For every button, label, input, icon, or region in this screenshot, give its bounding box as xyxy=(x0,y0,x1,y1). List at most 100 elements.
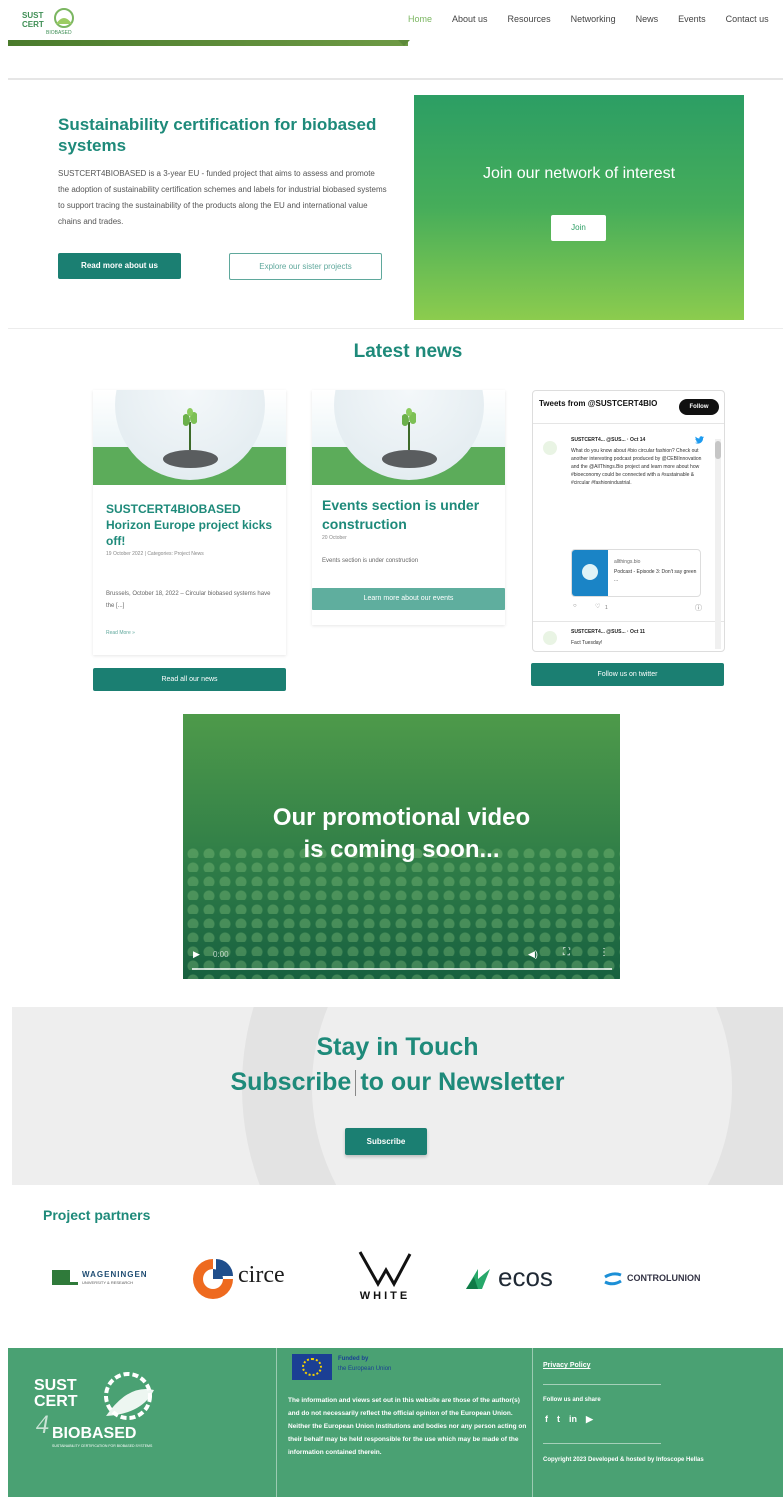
text-cursor xyxy=(355,1070,357,1097)
news-card-image[interactable] xyxy=(93,390,286,485)
linkedin-icon[interactable]: in xyxy=(569,1414,577,1425)
read-all-news-button[interactable]: Read all our news xyxy=(93,668,286,691)
svg-text:CERT: CERT xyxy=(22,20,44,29)
news-card-title[interactable]: SUSTCERT4BIOBASED Horizon Europe project… xyxy=(106,501,276,549)
tweet-link-card[interactable]: allthings.bio Podcast - Episode 3: Don't… xyxy=(571,549,701,597)
learn-more-events-button[interactable]: Learn more about our events xyxy=(312,588,505,610)
facebook-icon[interactable]: f xyxy=(545,1414,548,1425)
news-card-excerpt: Brussels, October 18, 2022 – Circular bi… xyxy=(106,591,271,609)
link-card-site: allthings.bio xyxy=(614,559,641,565)
promo-video-player[interactable]: Our promotional video is coming soon... … xyxy=(183,714,620,979)
partner-logo-white[interactable]: WHITE xyxy=(354,1250,416,1306)
partner-logo-controlunion[interactable]: CONTROLUNION xyxy=(603,1270,723,1288)
white-icon xyxy=(358,1251,412,1288)
footer-logo-tagline: SUSTAINABILITY CERTIFICATION FOR BIOBASE… xyxy=(52,1444,153,1448)
join-network-panel: Join our network of interest Join xyxy=(414,95,744,320)
hero-description: SUSTCERT4BIOBASED is a 3-year EU - funde… xyxy=(58,169,387,226)
follow-on-twitter-button[interactable]: Follow us on twitter xyxy=(531,663,724,686)
reply-icon[interactable]: ○ xyxy=(573,603,577,609)
nav-news[interactable]: News xyxy=(626,14,669,24)
partners-title: Project partners xyxy=(43,1207,151,1223)
partner-name: CONTROLUNION xyxy=(627,1273,701,1283)
partner-name: ecos xyxy=(498,1262,553,1292)
nav-about[interactable]: About us xyxy=(442,14,498,24)
section-divider xyxy=(8,328,783,329)
news-card-image[interactable] xyxy=(312,390,505,485)
read-more-link[interactable]: Read More » xyxy=(106,630,135,636)
header-accent-bar xyxy=(8,40,408,46)
main-nav: Home About us Resources Networking News … xyxy=(398,14,779,24)
footer-divider xyxy=(543,1443,661,1444)
gear-leaf-icon xyxy=(104,1372,154,1420)
nav-resources[interactable]: Resources xyxy=(498,14,561,24)
twitter-icon[interactable]: t xyxy=(557,1414,560,1425)
footer-divider xyxy=(543,1384,661,1385)
partner-logo-circe[interactable]: circe xyxy=(190,1256,305,1302)
newsletter-section: Stay in Touch Subscribe to our Newsletter… xyxy=(12,1007,783,1185)
divider xyxy=(533,423,724,424)
partner-logo-ecos[interactable]: ecos xyxy=(464,1262,584,1296)
latest-news-title: Latest news xyxy=(353,341,463,362)
news-card-meta: 20 October xyxy=(322,535,347,541)
nav-networking[interactable]: Networking xyxy=(561,14,626,24)
svg-text:BIOBASED: BIOBASED xyxy=(46,30,72,36)
nav-home[interactable]: Home xyxy=(398,14,442,24)
mute-icon[interactable]: ◀) xyxy=(528,949,538,960)
subscribe-button[interactable]: Subscribe xyxy=(345,1128,427,1155)
avatar[interactable] xyxy=(543,631,557,645)
sister-projects-button[interactable]: Explore our sister projects xyxy=(229,253,382,280)
video-title-line-2: is coming soon... xyxy=(303,836,500,863)
ecos-icon xyxy=(466,1269,490,1289)
footer-logo-line: CERT xyxy=(34,1393,78,1410)
play-icon[interactable]: ▶ xyxy=(193,949,200,960)
read-more-about-us-button[interactable]: Read more about us xyxy=(58,253,181,279)
footer-logo-line: SUST xyxy=(34,1377,77,1394)
footer-divider xyxy=(532,1348,533,1497)
video-controls: ▶ 0:00 ◀) ⛶ ⋮ xyxy=(183,946,620,979)
youtube-icon[interactable]: ▶ xyxy=(586,1414,593,1425)
partner-name: WAGENINGEN xyxy=(82,1270,148,1279)
tweet-author[interactable]: SUSTCERT4... @SUS... · Oct 14 xyxy=(571,437,701,443)
podcast-thumbnail xyxy=(572,550,608,596)
controlunion-icon xyxy=(604,1272,622,1286)
partner-subtitle: UNIVERSITY & RESEARCH xyxy=(82,1280,134,1285)
video-title-line-1: Our promotional video xyxy=(272,804,531,831)
twitter-follow-button[interactable]: Follow xyxy=(679,399,719,415)
news-card: SUSTCERT4BIOBASED Horizon Europe project… xyxy=(93,390,286,655)
newsletter-subtitle-part-2: to our Newsletter xyxy=(360,1068,565,1096)
nav-events[interactable]: Events xyxy=(668,14,716,24)
circe-icon xyxy=(193,1259,233,1299)
scrollbar-thumb[interactable] xyxy=(715,441,721,459)
like-icon[interactable]: ♡ xyxy=(595,603,600,610)
footer-logo-line: BIOBASED xyxy=(52,1425,137,1442)
footer-logo[interactable]: SUST CERT 4 BIOBASED SUSTAINABILITY CERT… xyxy=(34,1370,164,1460)
partner-name: WHITE xyxy=(359,1290,411,1302)
partner-name: circe xyxy=(238,1262,285,1288)
twitter-bird-icon xyxy=(695,436,704,444)
tweet-text: What do you know about #bio circular fas… xyxy=(571,448,702,486)
join-button[interactable]: Join xyxy=(551,215,606,241)
news-card-meta: 19 October 2022 | Categories: Project Ne… xyxy=(106,551,204,557)
partner-logo-wageningen[interactable]: WAGENINGEN UNIVERSITY & RESEARCH xyxy=(52,1266,167,1290)
nav-contact[interactable]: Contact us xyxy=(716,14,779,24)
newsletter-subtitle-part-1: Subscribe xyxy=(230,1068,352,1096)
fullscreen-icon[interactable]: ⛶ xyxy=(563,947,570,958)
divider xyxy=(533,621,724,622)
hero-title: Sustainability certification for biobase… xyxy=(58,115,377,155)
privacy-policy-link[interactable]: Privacy Policy xyxy=(543,1362,590,1369)
site-logo[interactable]: SUST CERT BIOBASED xyxy=(20,6,78,36)
news-card-title[interactable]: Events section is under construction xyxy=(322,496,492,534)
info-icon[interactable]: ⓘ xyxy=(695,603,702,613)
eu-funded-label-2: the European Union xyxy=(338,1366,392,1372)
footer-disclaimer: The information and views set out in thi… xyxy=(288,1397,527,1456)
footer-logo-digit: 4 xyxy=(36,1410,49,1439)
copyright-text: Copyright 2023 Developed & hosted by Inf… xyxy=(543,1457,704,1463)
news-card-excerpt: Events section is under construction xyxy=(322,558,419,564)
video-progress-bar[interactable] xyxy=(192,968,612,970)
more-options-icon[interactable]: ⋮ xyxy=(599,947,609,958)
scrollbar[interactable] xyxy=(715,439,721,649)
footer-divider xyxy=(276,1348,277,1497)
tweet-author[interactable]: SUSTCERT4... @SUS... · Oct 11 xyxy=(571,629,701,635)
video-title: Our promotional video is coming soon... xyxy=(183,802,620,866)
avatar[interactable] xyxy=(543,441,557,455)
